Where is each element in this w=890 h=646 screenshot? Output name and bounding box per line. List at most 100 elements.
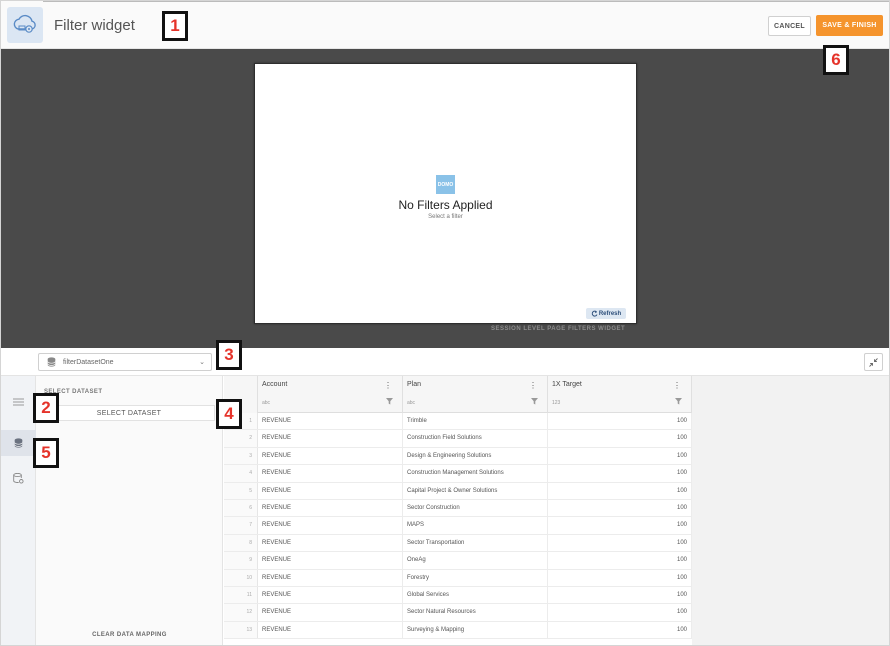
grid-empty-area: [692, 376, 889, 645]
refresh-button[interactable]: Refresh: [586, 308, 626, 319]
cell-account: REVENUE: [258, 517, 403, 534]
column-type: 123: [552, 400, 561, 406]
cell-account: REVENUE: [258, 447, 403, 465]
annotation-4: 4: [216, 399, 242, 429]
cell-plan: Capital Project & Owner Solutions: [403, 482, 548, 499]
table-row: 3 REVENUE Design & Engineering Solutions 10…: [224, 447, 692, 466]
data-mapping-panel: filterDatasetOne ⌄ SELECT DATASET SELECT…: [1, 348, 889, 645]
left-rail: ?: [1, 376, 36, 645]
cell-1x-target: 100: [548, 517, 692, 534]
column-menu-icon[interactable]: ⋮: [384, 382, 392, 390]
table-row: 8 REVENUE Sector Transportation 100: [224, 534, 692, 553]
collapse-button[interactable]: [864, 353, 883, 371]
filter-icon[interactable]: [531, 398, 539, 405]
header-bar: Filter widget CANCEL SAVE & FINISH: [1, 1, 889, 49]
annotation-1: 1: [162, 11, 188, 41]
collapse-icon: [869, 357, 878, 367]
row-number: 2: [224, 430, 258, 447]
table-row: 6 REVENUE Sector Construction 100: [224, 499, 692, 518]
table-row: 13 REVENUE Surveying & Mapping 100: [224, 621, 692, 640]
column-header-plan[interactable]: Plan abc ⋮: [403, 376, 548, 413]
row-number: 12: [224, 604, 258, 621]
empty-state-subtitle: Select a filter: [428, 214, 463, 220]
dataset-name: filterDatasetOne: [63, 358, 114, 366]
row-number: 8: [224, 534, 258, 552]
table-row: 11 REVENUE Global Services 100: [224, 586, 692, 605]
row-number: 5: [224, 482, 258, 499]
cell-plan: Surveying & Mapping: [403, 621, 548, 639]
cell-plan: Construction Management Solutions: [403, 465, 548, 482]
table-row: 5 REVENUE Capital Project & Owner Solution…: [224, 482, 692, 500]
clear-data-mapping-button[interactable]: CLEAR DATA MAPPING: [36, 632, 223, 638]
column-type: abc: [407, 400, 416, 406]
dataset-dropdown[interactable]: filterDatasetOne ⌄: [38, 353, 212, 371]
cell-plan: OneAg: [403, 552, 548, 569]
cancel-button[interactable]: CANCEL: [768, 16, 811, 36]
row-number: 3: [224, 447, 258, 465]
cell-1x-target: 100: [548, 430, 692, 447]
annotation-5: 5: [33, 438, 59, 468]
cell-1x-target: 100: [548, 413, 692, 430]
column-header-1x-target[interactable]: 1X Target 123 ⋮: [548, 376, 692, 413]
column-type: abc: [262, 400, 271, 406]
empty-state-title: No Filters Applied: [398, 198, 493, 212]
column-header-account[interactable]: Account abc ⋮: [258, 376, 403, 413]
hamburger-icon: [13, 398, 24, 406]
row-number: 6: [224, 499, 258, 517]
cell-plan: MAPS: [403, 517, 548, 534]
cell-plan: Forestry: [403, 569, 548, 586]
table-row: 9 REVENUE OneAg 100: [224, 552, 692, 570]
data-grid: Account abc ⋮ Plan abc ⋮ 1X Target 123 ⋮: [224, 376, 692, 645]
table-row: 4 REVENUE Construction Management Solution…: [224, 465, 692, 483]
rail-dataset-settings-button[interactable]: [1, 465, 36, 491]
annotation-2: 2: [33, 393, 59, 423]
grid-body: 1 REVENUE Trimble 100 2 REVENUE Construction F…: [224, 413, 692, 640]
select-dataset-button[interactable]: SELECT DATASET: [43, 405, 215, 421]
cell-account: REVENUE: [258, 465, 403, 482]
cell-plan: Trimble: [403, 413, 548, 430]
table-row: 7 REVENUE MAPS 100: [224, 517, 692, 535]
cell-plan: Construction Field Solutions: [403, 430, 548, 447]
annotation-3: 3: [216, 340, 242, 370]
row-number: 9: [224, 552, 258, 569]
column-name: Account: [262, 381, 288, 388]
cell-plan: Design & Engineering Solutions: [403, 447, 548, 465]
preview-stage: DOMO No Filters Applied Select a filter …: [1, 49, 889, 348]
column-menu-icon[interactable]: ⋮: [673, 382, 681, 390]
cell-account: REVENUE: [258, 430, 403, 447]
cell-1x-target: 100: [548, 465, 692, 482]
grid-header: Account abc ⋮ Plan abc ⋮ 1X Target 123 ⋮: [224, 376, 692, 413]
column-name: 1X Target: [552, 381, 582, 388]
cell-account: REVENUE: [258, 534, 403, 552]
filter-icon[interactable]: [675, 398, 683, 405]
chevron-down-icon: ⌄: [199, 359, 205, 366]
table-row: 12 REVENUE Sector Natural Resources 100: [224, 604, 692, 622]
cell-account: REVENUE: [258, 482, 403, 499]
widget-caption: SESSION LEVEL PAGE FILTERS WIDGET: [491, 326, 626, 332]
database-icon: [14, 438, 23, 448]
cell-account: REVENUE: [258, 621, 403, 639]
page-title: Filter widget: [54, 17, 135, 34]
cell-plan: Sector Natural Resources: [403, 604, 548, 621]
refresh-icon: [591, 310, 598, 317]
column-name: Plan: [407, 381, 422, 388]
annotation-6: 6: [823, 45, 849, 75]
cell-1x-target: 100: [548, 447, 692, 465]
save-finish-button[interactable]: SAVE & FINISH: [816, 15, 883, 36]
database-icon: [47, 357, 56, 367]
database-gear-icon: [13, 472, 24, 484]
header-top-border: [43, 1, 889, 2]
cell-plan: Sector Transportation: [403, 534, 548, 552]
cell-1x-target: 100: [548, 621, 692, 639]
filter-icon[interactable]: [386, 398, 394, 405]
cell-plan: Global Services: [403, 586, 548, 604]
widget-preview-card: DOMO No Filters Applied Select a filter …: [254, 63, 637, 324]
cell-account: REVENUE: [258, 569, 403, 586]
column-menu-icon[interactable]: ⋮: [529, 382, 537, 390]
cell-plan: Sector Construction: [403, 499, 548, 517]
cloud-gear-icon: [7, 7, 43, 43]
cell-1x-target: 100: [548, 499, 692, 517]
domo-logo: DOMO: [436, 175, 455, 194]
rail-dataset-button[interactable]: [1, 430, 36, 456]
rail-menu-button[interactable]: [1, 389, 36, 415]
